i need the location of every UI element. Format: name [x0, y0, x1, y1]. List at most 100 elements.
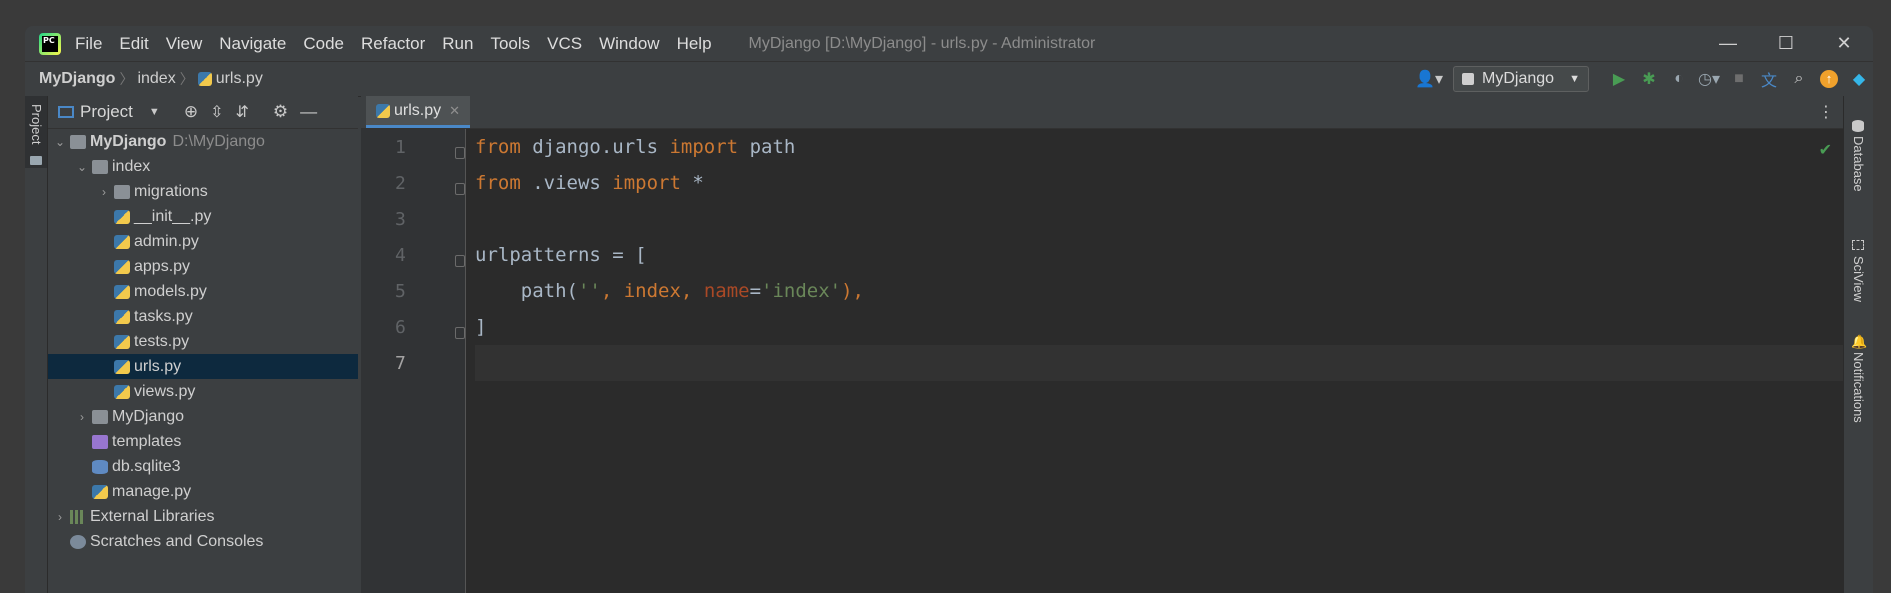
line-number: 2 — [395, 173, 406, 194]
tree-item-label: templates — [112, 432, 182, 450]
fold-marker-icon[interactable] — [455, 147, 465, 159]
tree-item-label: index — [112, 157, 151, 175]
menu-vcs[interactable]: VCS — [547, 34, 582, 54]
tree-item[interactable]: models.py — [48, 279, 358, 304]
user-icon[interactable]: 👤▾ — [1415, 65, 1443, 93]
minimize-button[interactable]: — — [1699, 26, 1757, 61]
tree-item[interactable]: admin.py — [48, 229, 358, 254]
django-icon — [1462, 73, 1474, 85]
tree-item-label: admin.py — [134, 232, 199, 250]
inspection-ok-icon[interactable]: ✔ — [1819, 140, 1832, 160]
tree-item-label: Scratches and Consoles — [90, 532, 264, 550]
tree-item[interactable]: __init__.py — [48, 204, 358, 229]
tree-item[interactable]: apps.py — [48, 254, 358, 279]
python-file-icon — [114, 284, 130, 299]
project-tool-tab[interactable]: Project — [25, 96, 47, 168]
menu-file[interactable]: File — [75, 34, 102, 54]
translate-icon[interactable]: 文 — [1755, 65, 1783, 93]
update-icon[interactable]: ↑ — [1815, 65, 1843, 93]
menu-navigate[interactable]: Navigate — [219, 34, 286, 54]
database-tool-tab[interactable]: Database — [1851, 136, 1866, 192]
menu-edit[interactable]: Edit — [119, 34, 148, 54]
project-panel: Project ▼ ⊕ ⇳ ⇵ ⚙ — ⌄ MyDjango D:\MyDjan… — [48, 96, 358, 593]
code-content[interactable]: from django.urls import path from .views… — [475, 129, 1844, 593]
tree-item[interactable]: › migrations — [48, 179, 358, 204]
tree-item[interactable]: views.py — [48, 379, 358, 404]
fold-marker-icon[interactable] — [455, 255, 465, 267]
profile-icon[interactable]: ◷▾ — [1695, 65, 1723, 93]
project-panel-title[interactable]: Project — [80, 102, 133, 122]
code-text: path( — [475, 280, 578, 302]
close-tab-icon[interactable]: ✕ — [449, 103, 460, 119]
debug-icon[interactable]: ✱ — [1635, 65, 1663, 93]
line-number: 5 — [395, 281, 406, 302]
tree-item[interactable]: templates — [48, 429, 358, 454]
more-options-icon[interactable]: ⋮ — [1818, 102, 1834, 122]
tree-item-selected[interactable]: urls.py — [48, 354, 358, 379]
keyword: import — [669, 136, 739, 158]
sciview-tool-tab[interactable]: SciView — [1851, 256, 1866, 302]
tree-item[interactable]: tasks.py — [48, 304, 358, 329]
tree-item[interactable]: tests.py — [48, 329, 358, 354]
editor-tabs: urls.py ✕ ⋮ — [361, 96, 1844, 129]
menu-tools[interactable]: Tools — [490, 34, 530, 54]
chevron-down-icon[interactable]: ▼ — [149, 106, 160, 118]
notifications-tool-tab[interactable]: Notifications — [1851, 352, 1866, 423]
chevron-down-icon[interactable]: ⌄ — [52, 135, 68, 149]
project-tree: ⌄ MyDjango D:\MyDjango ⌄ index › migrati… — [48, 129, 358, 554]
close-button[interactable]: ✕ — [1815, 26, 1873, 61]
menu-run[interactable]: Run — [442, 34, 473, 54]
left-tool-stripe: Project — [25, 96, 48, 593]
code-text: = — [749, 280, 762, 302]
string-literal: 'index' — [761, 280, 842, 302]
tree-item[interactable]: › External Libraries — [48, 504, 358, 529]
line-number: 4 — [395, 245, 406, 266]
gear-icon[interactable]: ⚙ — [273, 102, 288, 122]
breadcrumb-index[interactable]: index — [137, 70, 175, 88]
fold-marker-icon[interactable] — [455, 327, 465, 339]
stop-icon[interactable]: ■ — [1725, 65, 1753, 93]
plugin-icon[interactable]: ◆ — [1845, 65, 1873, 93]
tree-item-label: tests.py — [134, 332, 190, 350]
python-file-icon — [92, 484, 108, 499]
tree-item[interactable]: db.sqlite3 — [48, 454, 358, 479]
project-panel-toolbar: Project ▼ ⊕ ⇳ ⇵ ⚙ — — [48, 96, 358, 129]
locate-icon[interactable]: ⊕ — [184, 102, 198, 122]
chevron-down-icon[interactable]: ⌄ — [74, 160, 90, 174]
tree-item-label: models.py — [134, 282, 207, 300]
chevron-right-icon[interactable]: › — [52, 510, 68, 524]
run-configuration-dropdown[interactable]: MyDjango ▼ — [1453, 66, 1589, 92]
tree-item[interactable]: manage.py — [48, 479, 358, 504]
line-number-current: 7 — [395, 353, 406, 374]
tree-item[interactable]: ⌄ index — [48, 154, 358, 179]
tree-item[interactable]: › MyDjango — [48, 404, 358, 429]
chevron-right-icon[interactable]: › — [96, 185, 112, 199]
fold-marker-icon[interactable] — [455, 183, 465, 195]
folder-icon — [30, 156, 42, 165]
expand-all-icon[interactable]: ⇳ — [210, 102, 223, 122]
right-tool-stripe: Database SciView 🔔 Notifications — [1843, 96, 1873, 593]
menu-refactor[interactable]: Refactor — [361, 34, 425, 54]
tree-item[interactable]: ⌄ MyDjango D:\MyDjango — [48, 129, 358, 154]
database-tool-icon — [1852, 120, 1864, 132]
search-icon[interactable]: ⌕ — [1785, 65, 1813, 93]
collapse-all-icon[interactable]: ⇵ — [235, 102, 248, 122]
menu-code[interactable]: Code — [303, 34, 344, 54]
editor-gutter: 1 2 3 4 5 6 7 — [361, 129, 466, 593]
menu-view[interactable]: View — [166, 34, 203, 54]
breadcrumb-file[interactable]: urls.py — [216, 70, 263, 88]
title-bar: PC File Edit View Navigate Code Refactor… — [25, 26, 1873, 61]
menu-window[interactable]: Window — [599, 34, 659, 54]
tree-item-label: External Libraries — [90, 507, 215, 525]
menu-help[interactable]: Help — [677, 34, 712, 54]
maximize-button[interactable]: ☐ — [1757, 26, 1815, 61]
run-icon[interactable]: ▶ — [1605, 65, 1633, 93]
coverage-icon[interactable]: ◐ — [1665, 65, 1693, 93]
breadcrumb-project[interactable]: MyDjango — [39, 70, 115, 88]
editor-tab-urls[interactable]: urls.py ✕ — [366, 96, 471, 128]
code-text: * — [680, 172, 704, 194]
tree-item[interactable]: Scratches and Consoles — [48, 529, 358, 554]
chevron-right-icon[interactable]: › — [74, 410, 90, 424]
hide-icon[interactable]: — — [300, 102, 317, 122]
tree-item-label: views.py — [134, 382, 196, 400]
